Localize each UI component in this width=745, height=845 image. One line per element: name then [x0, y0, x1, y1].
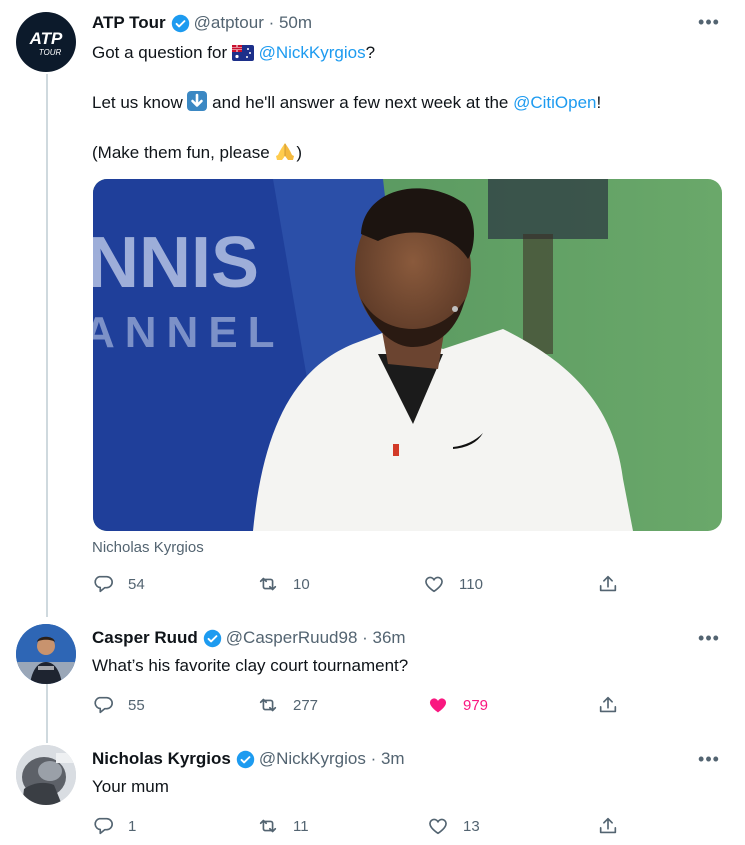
retweet-count: 277	[293, 696, 319, 714]
tweet-text-line: (Make them fun, please )	[92, 141, 302, 164]
avatar-logo-subtext: TOUR	[39, 48, 62, 57]
media-background-text: ANNEL	[93, 308, 285, 357]
retweet-button[interactable]: 277	[257, 694, 318, 716]
mention-link[interactable]: @NickKyrgios	[259, 43, 366, 62]
tweet-text: Your mum	[92, 777, 169, 796]
retweet-count: 11	[293, 817, 309, 835]
handle-time[interactable]: @NickKyrgios · 3m	[259, 749, 405, 769]
reply-icon	[94, 817, 113, 835]
more-icon[interactable]: •••	[697, 629, 721, 652]
avatar[interactable]	[16, 624, 76, 684]
share-button[interactable]	[597, 815, 619, 837]
handle-time[interactable]: @CasperRuud98 · 36m	[226, 628, 406, 648]
retweet-button[interactable]: 10	[257, 573, 310, 595]
tweet-header: Nicholas Kyrgios @NickKyrgios · 3m	[92, 749, 405, 769]
reply-button[interactable]: 54	[92, 573, 145, 595]
avatar[interactable]	[16, 745, 76, 805]
folded-hands-icon	[276, 143, 295, 160]
verified-badge-icon	[236, 750, 255, 768]
tweet-text-segment: Got a question for	[92, 43, 232, 62]
display-name[interactable]: ATP Tour	[92, 13, 166, 33]
tweet-actions: 55 277 979	[92, 694, 632, 718]
mention-link[interactable]: @CitiOpen	[513, 93, 596, 112]
reply-button[interactable]: 55	[92, 694, 145, 716]
like-button[interactable]: 979	[427, 694, 488, 716]
retweet-icon	[259, 698, 277, 712]
tweet-header: Casper Ruud @CasperRuud98 · 36m	[92, 628, 406, 648]
share-button[interactable]	[597, 694, 619, 716]
tweet-text-line: Got a question for @NickKyrgios?	[92, 42, 375, 64]
verified-badge-icon	[203, 629, 222, 647]
tweet-media-image[interactable]: NNIS ANNEL	[93, 179, 722, 531]
thread-connector	[46, 74, 48, 617]
tweet-actions: 54 10 110	[92, 573, 632, 597]
tweet-text-segment: (Make them fun, please	[92, 143, 275, 162]
share-button[interactable]	[597, 573, 619, 595]
more-icon[interactable]: •••	[697, 13, 721, 36]
like-icon	[429, 818, 447, 835]
reply-icon	[94, 696, 113, 714]
retweet-count: 10	[293, 575, 310, 593]
display-name[interactable]: Nicholas Kyrgios	[92, 749, 231, 769]
like-button[interactable]: 110	[423, 573, 483, 595]
australia-flag-icon	[231, 45, 254, 61]
tweet-text-segment: ?	[365, 43, 376, 62]
avatar-logo-text: ATP	[29, 29, 63, 48]
tweet-text-segment: Let us know	[92, 93, 188, 112]
tweet-header: ATP Tour @atptour · 50m	[92, 13, 312, 33]
retweet-icon	[259, 819, 277, 833]
like-icon	[429, 698, 447, 713]
tweet-text-segment: )	[296, 143, 303, 162]
tweet-text: What’s his favorite clay court tournamen…	[92, 656, 409, 675]
like-icon	[425, 576, 443, 593]
reply-count: 55	[128, 696, 145, 714]
tweet-text-line: Let us know and he'll answer a few next …	[92, 91, 601, 114]
share-icon	[599, 696, 617, 713]
retweet-button[interactable]: 11	[257, 815, 309, 837]
avatar[interactable]: ATP TOUR	[16, 12, 76, 72]
display-name[interactable]: Casper Ruud	[92, 628, 198, 648]
reply-icon	[94, 575, 113, 593]
thread-connector	[46, 683, 48, 743]
reply-count: 54	[128, 575, 145, 593]
like-count: 979	[463, 696, 489, 714]
tweet-actions: 1 11 13	[92, 815, 632, 839]
share-icon	[599, 817, 617, 834]
down-arrow-icon	[187, 91, 208, 111]
media-background-text: NNIS	[93, 223, 259, 303]
verified-badge-icon	[171, 14, 189, 32]
reply-count: 1	[128, 817, 137, 835]
more-icon[interactable]: •••	[697, 750, 721, 773]
tweet-text-segment: !	[596, 93, 602, 112]
reply-button[interactable]: 1	[92, 815, 136, 837]
tweet-text-segment: and he'll answer a few next week at the	[207, 93, 514, 112]
like-count: 13	[463, 817, 480, 835]
like-count: 110	[459, 575, 483, 593]
retweet-icon	[259, 577, 277, 591]
handle-time[interactable]: @atptour · 50m	[194, 13, 312, 33]
media-caption: Nicholas Kyrgios	[92, 539, 204, 556]
share-icon	[599, 575, 617, 592]
like-button[interactable]: 13	[427, 815, 480, 837]
